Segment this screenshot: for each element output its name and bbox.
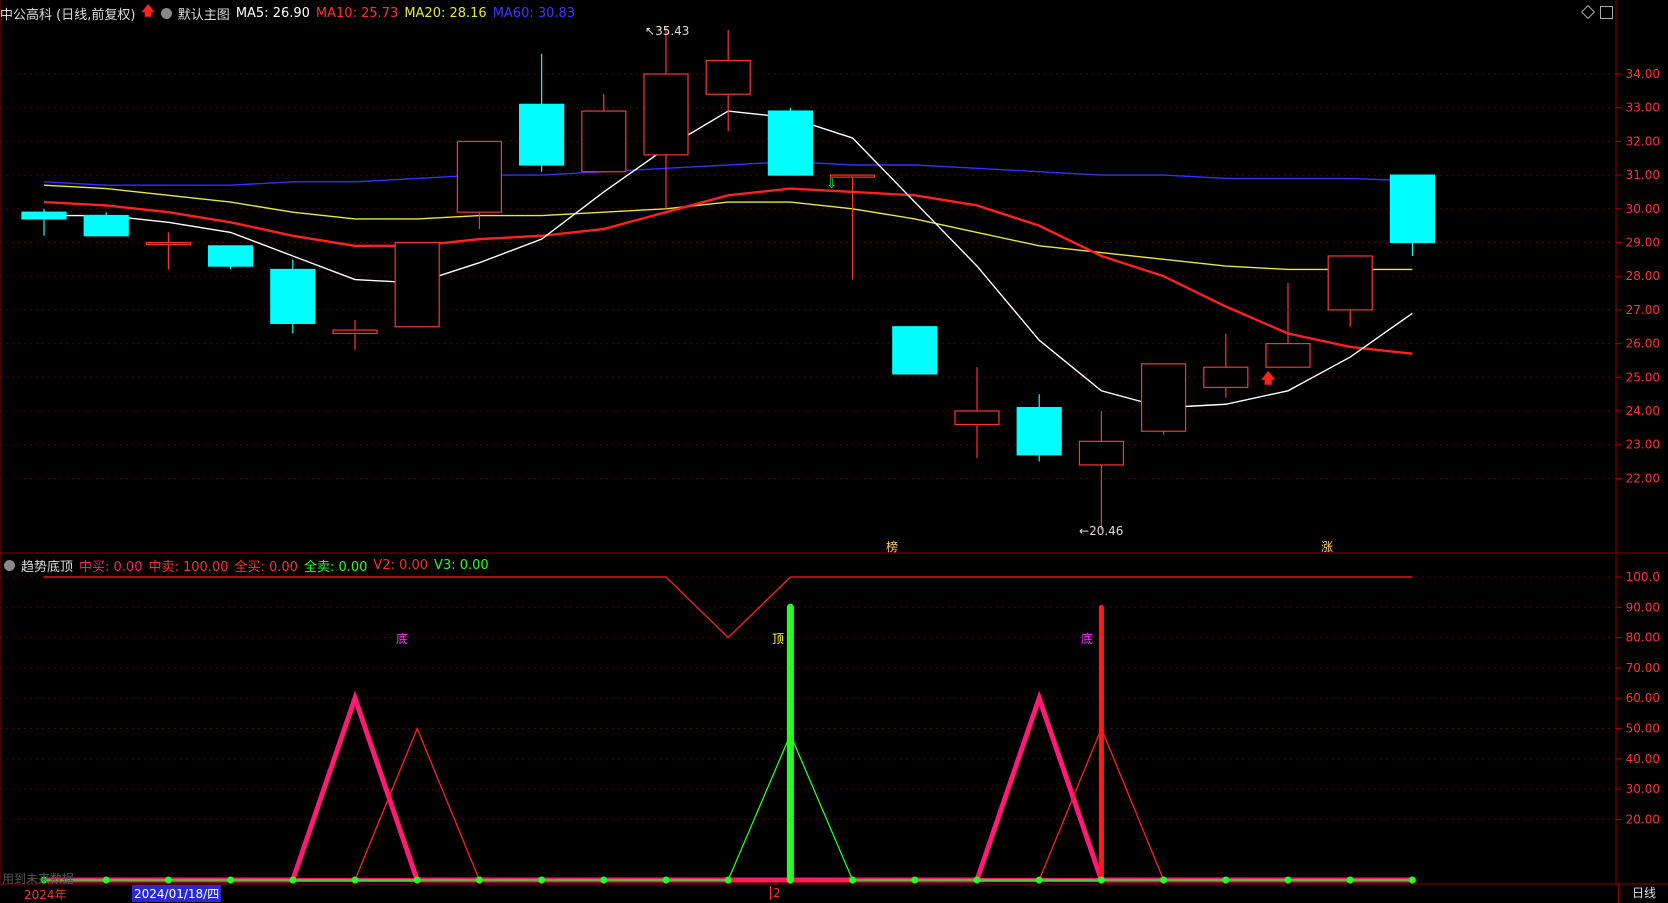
- candle-up[interactable]: [1140, 363, 1187, 432]
- candle-up[interactable]: [954, 410, 1000, 426]
- low-price-label: ←20.46: [1079, 524, 1124, 538]
- signal-dot: [413, 876, 421, 884]
- stock-chart-app: 中公高科 (日线,前复权) 🡅 默认主图 MA5: 26.90 MA10: 25…: [0, 0, 1668, 903]
- signal-dot: [600, 876, 608, 884]
- time-axis-bar: 2024年 2024/01/18/四 2 日线: [0, 884, 1668, 903]
- indicator-axis-label: 50.00: [1626, 722, 1660, 736]
- indicator-axis-label: 100.0: [1626, 570, 1660, 584]
- indicator-axis-label: 80.00: [1626, 631, 1660, 645]
- ma60-line: [43, 160, 1413, 186]
- candle-up[interactable]: [456, 140, 502, 213]
- candle-up[interactable]: [332, 329, 378, 335]
- candle-up[interactable]: [1327, 255, 1373, 311]
- high-arrow-icon: ↖: [645, 24, 656, 38]
- signal-dot: [849, 876, 857, 884]
- price-axis-label: 34.00: [1626, 67, 1660, 81]
- green-peak-line: [44, 732, 1413, 881]
- signal-dot: [1097, 876, 1105, 884]
- candle-down[interactable]: [208, 245, 254, 267]
- signal-dot: [538, 876, 546, 884]
- signal-dot: [164, 876, 172, 884]
- year-label: 2024年: [24, 888, 67, 902]
- price-axis-label: 26.00: [1626, 337, 1660, 351]
- signal-dot: [911, 876, 919, 884]
- price-axis-label: 33.00: [1626, 101, 1660, 115]
- candle-up[interactable]: [145, 241, 191, 246]
- price-axis-label: 32.00: [1626, 134, 1660, 148]
- red-peak-line: [44, 726, 1413, 881]
- time-marker: 2: [770, 886, 781, 900]
- candle-up[interactable]: [581, 110, 627, 173]
- signal-dot: [475, 876, 483, 884]
- candle-up[interactable]: [1265, 343, 1311, 368]
- ma10-line: [43, 187, 1413, 355]
- signal-dot: [724, 876, 732, 884]
- green-down-arrow-icon: ⇩: [826, 177, 837, 192]
- price-axis-label: 31.00: [1626, 168, 1660, 182]
- candle-down[interactable]: [1016, 407, 1062, 456]
- signal-dot: [1160, 876, 1168, 884]
- price-axis-label: 28.00: [1626, 269, 1660, 283]
- candle-up[interactable]: [1078, 440, 1125, 466]
- signal-dot: [973, 876, 981, 884]
- candle-down[interactable]: [270, 268, 316, 324]
- di-label-1: 底: [396, 632, 409, 646]
- signal-dot: [1222, 876, 1230, 884]
- price-axis-label: 23.00: [1626, 438, 1660, 452]
- candle-up[interactable]: [643, 73, 689, 156]
- price-axis-label: 27.00: [1626, 303, 1660, 317]
- zhang-marker[interactable]: 涨: [1321, 538, 1333, 555]
- chart-canvas[interactable]: 34.00 33.00 32.00 31.00 30.00 29.00 28.00 27.00…: [0, 0, 1668, 903]
- candle-up[interactable]: [394, 241, 440, 328]
- candle-down[interactable]: [1389, 174, 1436, 244]
- low-arrow-icon: ←: [1079, 524, 1090, 538]
- candle-down[interactable]: [767, 110, 814, 176]
- candle-down[interactable]: [83, 214, 129, 237]
- signal-dot: [102, 876, 110, 884]
- signal-dot: [662, 876, 670, 884]
- price-axis-label: 24.00: [1626, 404, 1660, 418]
- price-axis-label: 22.00: [1626, 471, 1660, 485]
- ding-label: 顶: [772, 632, 785, 646]
- candle-up[interactable]: [705, 59, 751, 95]
- price-axis-label: 30.00: [1626, 202, 1660, 216]
- high-price-label: ↖35.43: [645, 24, 690, 38]
- cursor-date-label: 2024/01/18/四: [132, 885, 222, 902]
- candle-down[interactable]: [518, 103, 565, 166]
- candle-up[interactable]: [1203, 366, 1249, 389]
- signal-dot: [351, 876, 359, 884]
- red-up-arrow-icon: 🡅: [1261, 371, 1276, 387]
- indicator-axis-label: 60.00: [1626, 691, 1660, 705]
- candle-up[interactable]: [829, 174, 876, 178]
- signal-dot: [227, 876, 235, 884]
- candle-down[interactable]: [892, 326, 938, 375]
- di-label-2: 底: [1081, 632, 1094, 646]
- candle-down[interactable]: [21, 211, 67, 220]
- indicator-axis-label: 90.00: [1626, 600, 1660, 614]
- signal-dot: [1408, 876, 1416, 884]
- signal-dot: [1284, 876, 1292, 884]
- signal-dot: [1035, 876, 1043, 884]
- indicator-axis-label: 40.00: [1626, 752, 1660, 766]
- bang-marker[interactable]: 榜: [886, 538, 898, 555]
- price-axis-label: 29.00: [1626, 236, 1660, 250]
- indicator-axis-label: 30.00: [1626, 782, 1660, 796]
- signal-dot: [1346, 876, 1354, 884]
- period-label[interactable]: 日线: [1618, 884, 1668, 903]
- signal-dot: [786, 876, 794, 884]
- signal-dot: [289, 876, 297, 884]
- indicator-axis-label: 20.00: [1626, 812, 1660, 826]
- indicator-axis-label: 70.00: [1626, 661, 1660, 675]
- price-axis-label: 25.00: [1626, 370, 1660, 384]
